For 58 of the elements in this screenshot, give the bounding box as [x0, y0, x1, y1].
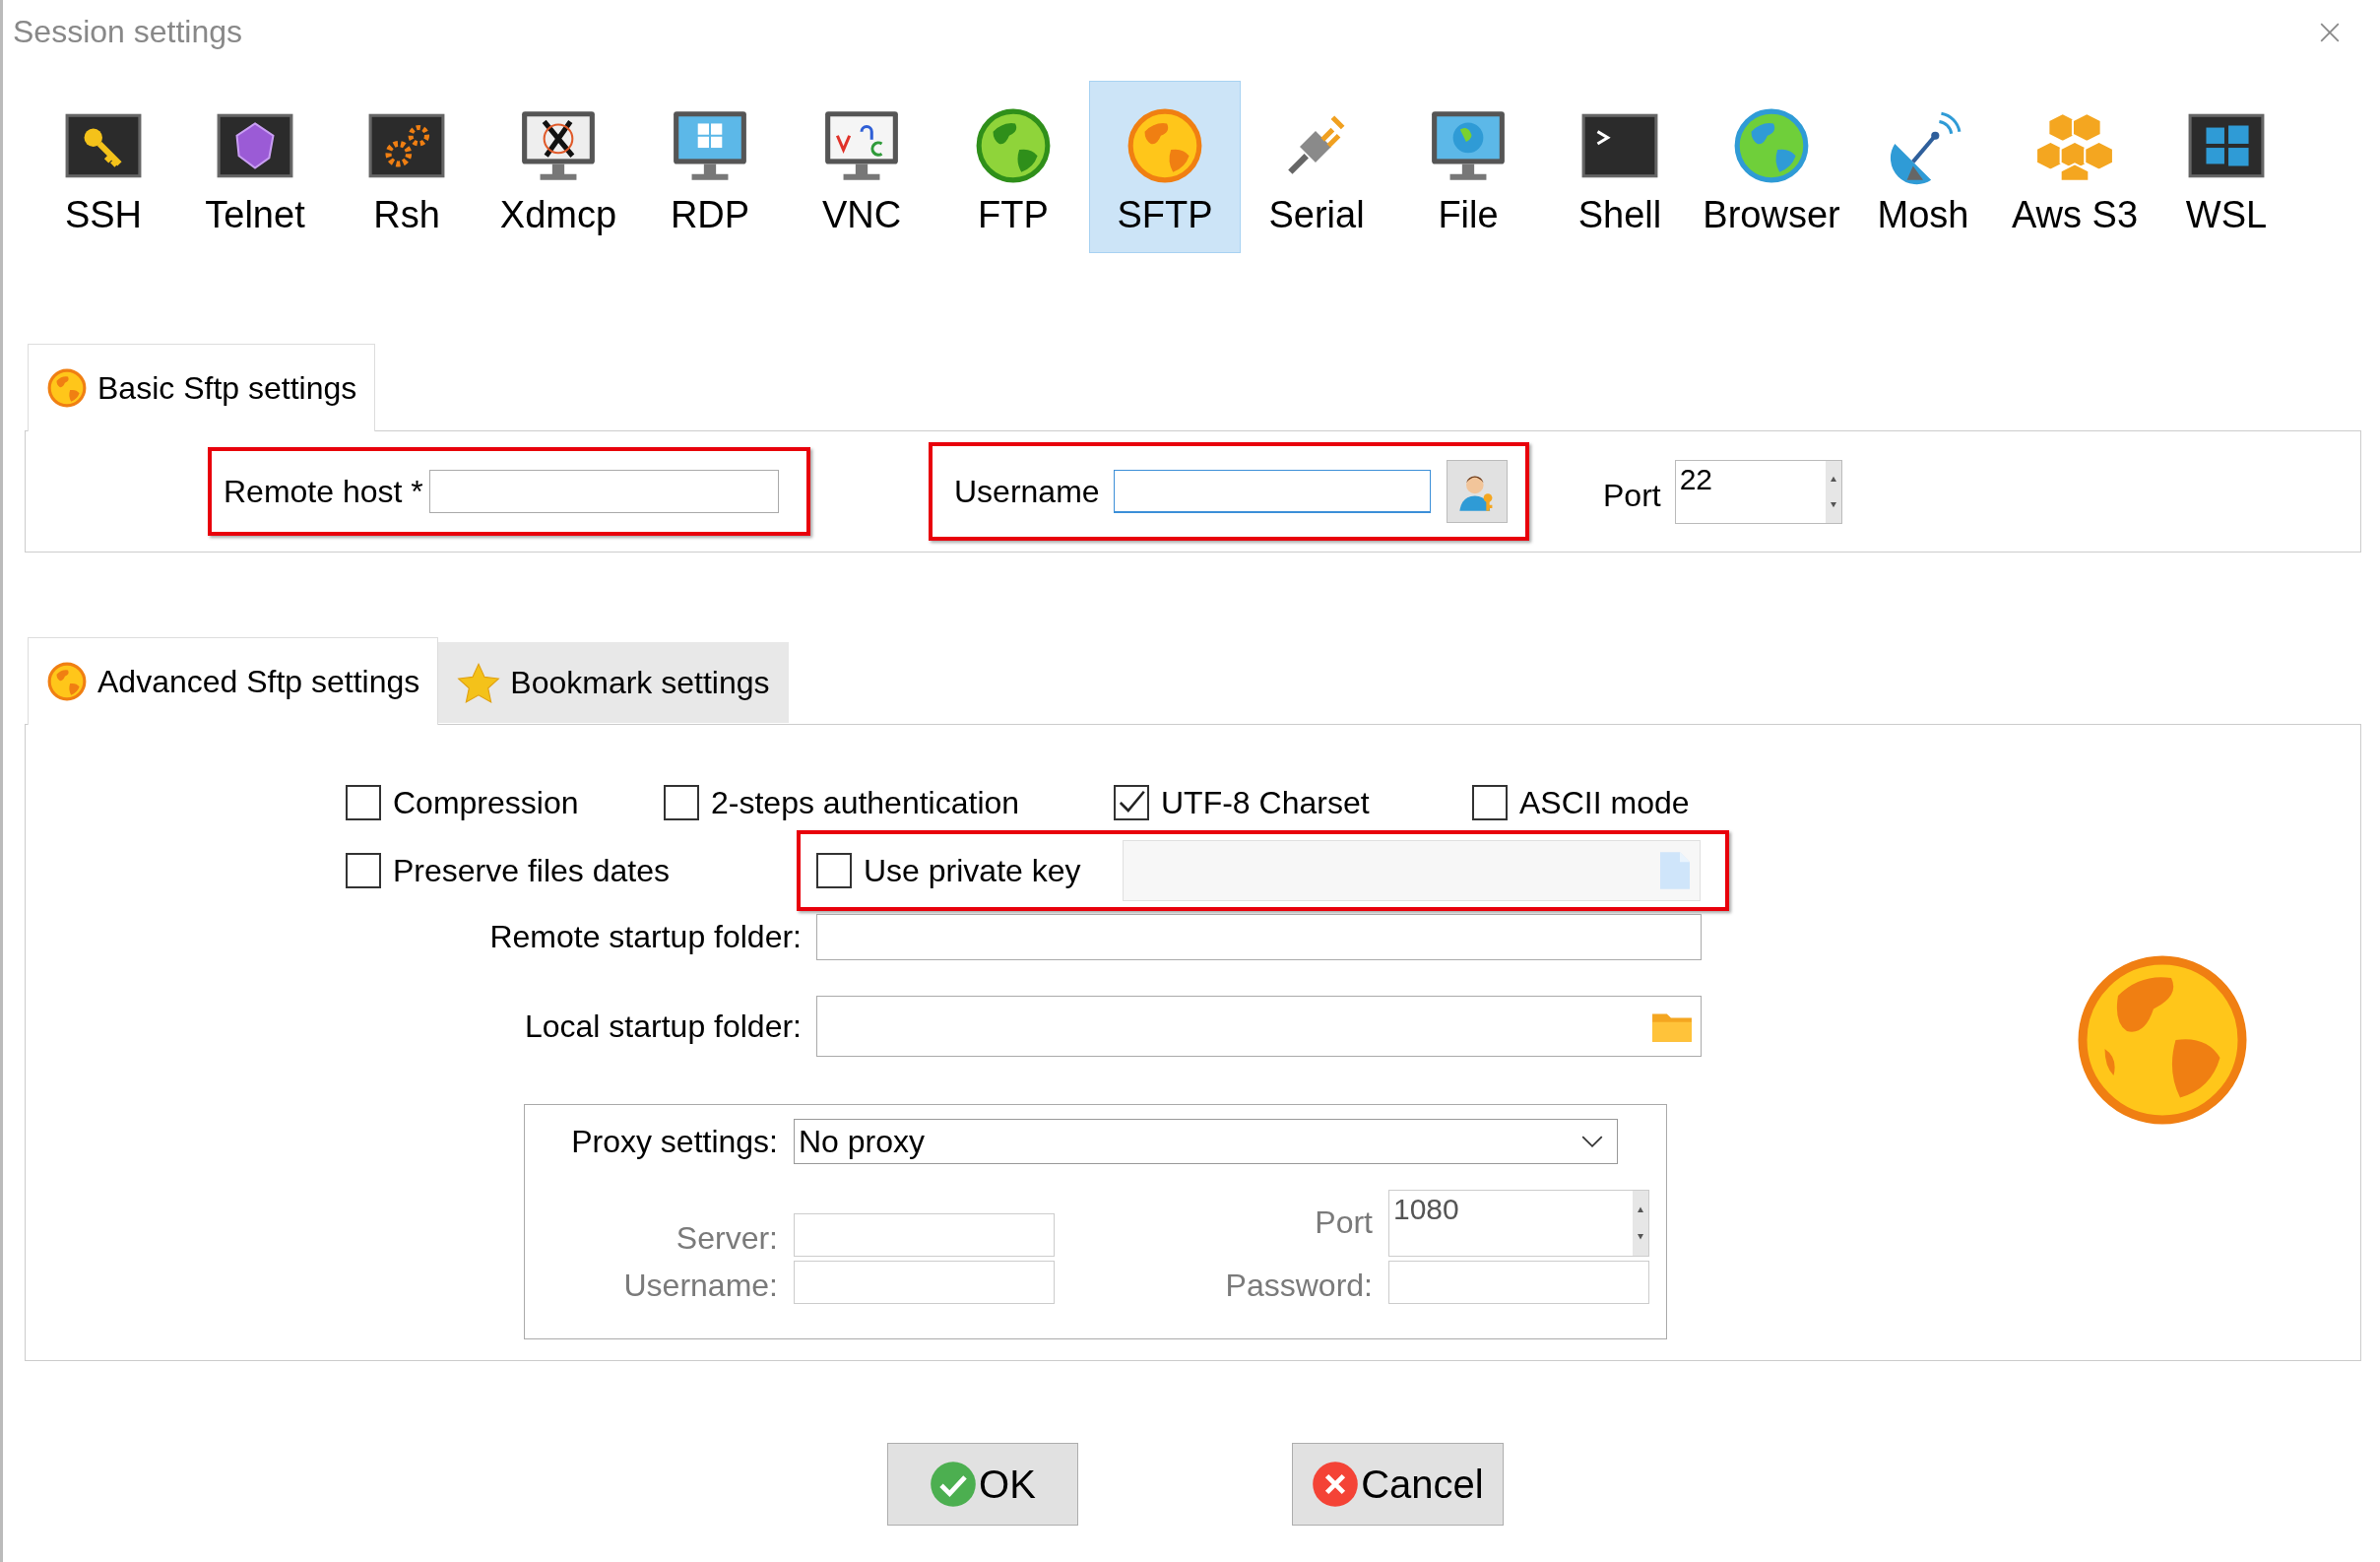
checkbox-label: ASCII mode [1519, 784, 1690, 821]
globe-icon [46, 367, 88, 409]
session-type-button[interactable]: WSL [2151, 81, 2302, 253]
settings-tab[interactable]: Advanced Sftp settings [28, 637, 439, 725]
checkbox[interactable] [346, 853, 381, 888]
session-type-button[interactable]: Aws S3 [1999, 81, 2151, 253]
session-type-button[interactable]: Shell [1544, 81, 1696, 253]
checkbox-label: UTF-8 Charset [1161, 784, 1370, 821]
cancel-button[interactable]: Cancel [1292, 1443, 1504, 1526]
server-label: Server: [675, 1220, 778, 1257]
globe-icon [46, 661, 88, 702]
proxy-port-label: Port [1314, 1204, 1373, 1242]
username-field[interactable] [1113, 470, 1431, 513]
proxy-settings-label: Proxy settings: [570, 1123, 778, 1160]
checkbox-label: Use private key [864, 852, 1081, 889]
remote-startup-folder-field[interactable] [816, 914, 1702, 960]
remote-startup-folder-label: Remote startup folder: [488, 919, 802, 955]
session-type-button[interactable]: File [1392, 81, 1544, 253]
session-type-button[interactable]: Rsh [331, 81, 482, 253]
window-title: Session settings [13, 14, 242, 50]
remote-host-field[interactable] [428, 470, 779, 513]
session-type-button[interactable]: VNC [786, 81, 937, 253]
local-startup-folder-field[interactable] [816, 996, 1702, 1057]
port-field[interactable]: 22 [1674, 459, 1842, 524]
checkbox-label: Preserve files dates [393, 852, 670, 889]
ok-button[interactable]: OK [887, 1443, 1078, 1526]
checkbox[interactable] [346, 785, 381, 820]
user-button[interactable] [1446, 460, 1508, 523]
session-type-button[interactable]: SSH [28, 81, 179, 253]
chevron-down-icon [1581, 1135, 1603, 1148]
session-type-button[interactable]: FTP [937, 81, 1089, 253]
session-type-button[interactable]: Xdmcp [482, 81, 634, 253]
session-type-button[interactable]: SFTP [1089, 81, 1241, 253]
password-label: Password: [1224, 1268, 1373, 1304]
checkbox[interactable] [664, 785, 699, 820]
settings-tab[interactable]: Bookmark settings [438, 642, 789, 723]
session-type-button[interactable]: Serial [1241, 81, 1392, 253]
checkbox[interactable] [1114, 785, 1149, 820]
close-icon[interactable] [2319, 21, 2341, 43]
session-type-button[interactable]: Mosh [1847, 81, 1999, 253]
checkbox[interactable] [1472, 785, 1508, 820]
private-key-field[interactable] [1122, 840, 1701, 901]
basic-settings-tab[interactable]: Basic Sftp settings [28, 344, 376, 431]
session-type-button[interactable]: Telnet [179, 81, 331, 253]
local-startup-folder-label: Local startup folder: [523, 1008, 802, 1045]
checkbox-label: Compression [393, 784, 579, 821]
star-icon [457, 661, 501, 705]
remote-host-label: Remote host * [224, 473, 423, 510]
proxy-username-label: Username: [622, 1268, 778, 1304]
session-type-button[interactable]: RDP [634, 81, 786, 253]
session-type-button[interactable]: Browser [1696, 81, 1847, 253]
port-label: Port [1603, 477, 1661, 514]
username-label: Username [954, 473, 1100, 510]
checkbox-label: 2-steps authentication [711, 784, 1020, 821]
check-icon [930, 1461, 978, 1508]
spinner-arrows-icon[interactable] [1825, 460, 1841, 523]
cross-icon [1312, 1461, 1360, 1508]
checkbox[interactable] [816, 853, 852, 888]
